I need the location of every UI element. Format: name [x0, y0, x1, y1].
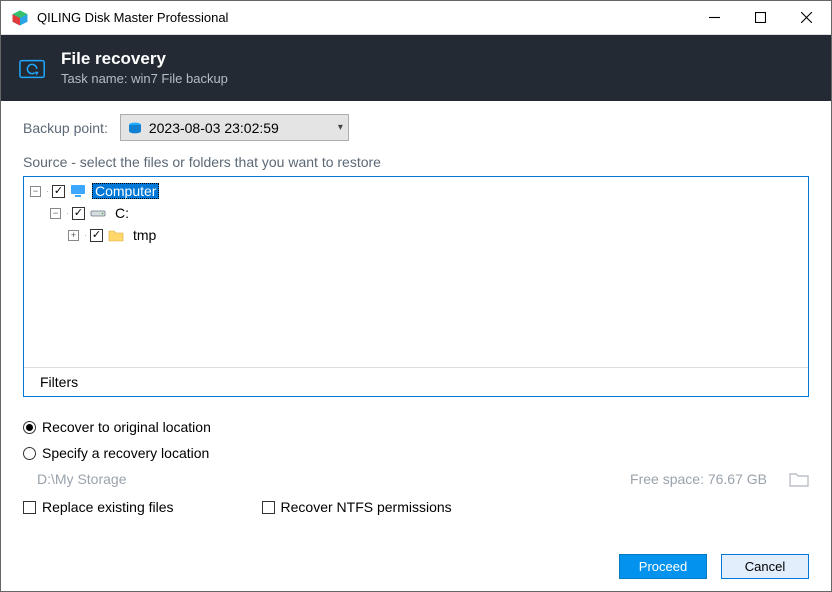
radio-original-location[interactable]: Recover to original location	[23, 419, 809, 435]
app-icon	[11, 9, 29, 27]
backup-point-row: Backup point: 2023-08-03 23:02:59 ▾	[23, 114, 809, 141]
recovery-path: D:\My Storage	[37, 471, 126, 487]
source-tree: − · ✓ Computer − · ✓ C:	[23, 176, 809, 397]
checkbox	[262, 501, 275, 514]
checkbox-row: Replace existing files Recover NTFS perm…	[23, 499, 809, 515]
disk-icon	[128, 121, 142, 135]
maximize-button[interactable]	[737, 2, 783, 34]
check-replace-existing[interactable]: Replace existing files	[23, 499, 174, 515]
backup-point-value: 2023-08-03 23:02:59	[149, 120, 331, 136]
footer: Proceed Cancel	[23, 538, 809, 579]
folder-icon	[108, 228, 124, 242]
app-title: QILING Disk Master Professional	[37, 10, 228, 25]
checkbox[interactable]: ✓	[52, 185, 65, 198]
checkbox[interactable]: ✓	[90, 229, 103, 242]
free-space: Free space: 76.67 GB	[630, 471, 767, 487]
backup-point-label: Backup point:	[23, 120, 108, 136]
tree-node-folder[interactable]: + · ✓ tmp	[30, 224, 802, 246]
collapse-icon[interactable]: −	[50, 208, 61, 219]
filters-button[interactable]: Filters	[24, 367, 808, 396]
app-window: QILING Disk Master Professional File rec…	[0, 0, 832, 592]
tree-label-computer: Computer	[92, 183, 159, 199]
radio-icon	[23, 421, 36, 434]
radio-icon	[23, 447, 36, 460]
tree-label-folder: tmp	[130, 227, 159, 243]
check-ntfs-permissions[interactable]: Recover NTFS permissions	[262, 499, 452, 515]
page-header: File recovery Task name: win7 File backu…	[1, 35, 831, 101]
checkbox-label: Recover NTFS permissions	[281, 499, 452, 515]
source-label: Source - select the files or folders tha…	[23, 154, 809, 170]
expand-icon[interactable]: +	[68, 230, 79, 241]
radio-label: Specify a recovery location	[42, 445, 209, 461]
cancel-button[interactable]: Cancel	[721, 554, 809, 579]
proceed-button[interactable]: Proceed	[619, 554, 707, 579]
browse-icon[interactable]	[789, 471, 809, 487]
location-radio-group: Recover to original location Specify a r…	[23, 419, 809, 471]
titlebar: QILING Disk Master Professional	[1, 1, 831, 35]
radio-specify-location[interactable]: Specify a recovery location	[23, 445, 809, 461]
tree-node-drive[interactable]: − · ✓ C:	[30, 202, 802, 224]
tree-label-drive: C:	[112, 205, 132, 221]
tree-node-computer[interactable]: − · ✓ Computer	[30, 180, 802, 202]
checkbox-label: Replace existing files	[42, 499, 174, 515]
radio-label: Recover to original location	[42, 419, 211, 435]
chevron-down-icon: ▾	[338, 122, 343, 133]
recovery-path-row: D:\My Storage Free space: 76.67 GB	[23, 471, 809, 487]
checkbox	[23, 501, 36, 514]
minimize-button[interactable]	[691, 2, 737, 34]
checkbox[interactable]: ✓	[72, 207, 85, 220]
recovery-icon	[19, 57, 47, 81]
tree-area[interactable]: − · ✓ Computer − · ✓ C:	[24, 177, 808, 367]
page-title: File recovery	[61, 50, 228, 69]
page-subtitle: Task name: win7 File backup	[61, 71, 228, 86]
backup-point-select[interactable]: 2023-08-03 23:02:59 ▾	[120, 114, 349, 141]
collapse-icon[interactable]: −	[30, 186, 41, 197]
drive-icon	[90, 206, 106, 220]
body: Backup point: 2023-08-03 23:02:59 ▾ Sour…	[1, 101, 831, 591]
computer-icon	[70, 184, 86, 198]
close-button[interactable]	[783, 2, 829, 34]
